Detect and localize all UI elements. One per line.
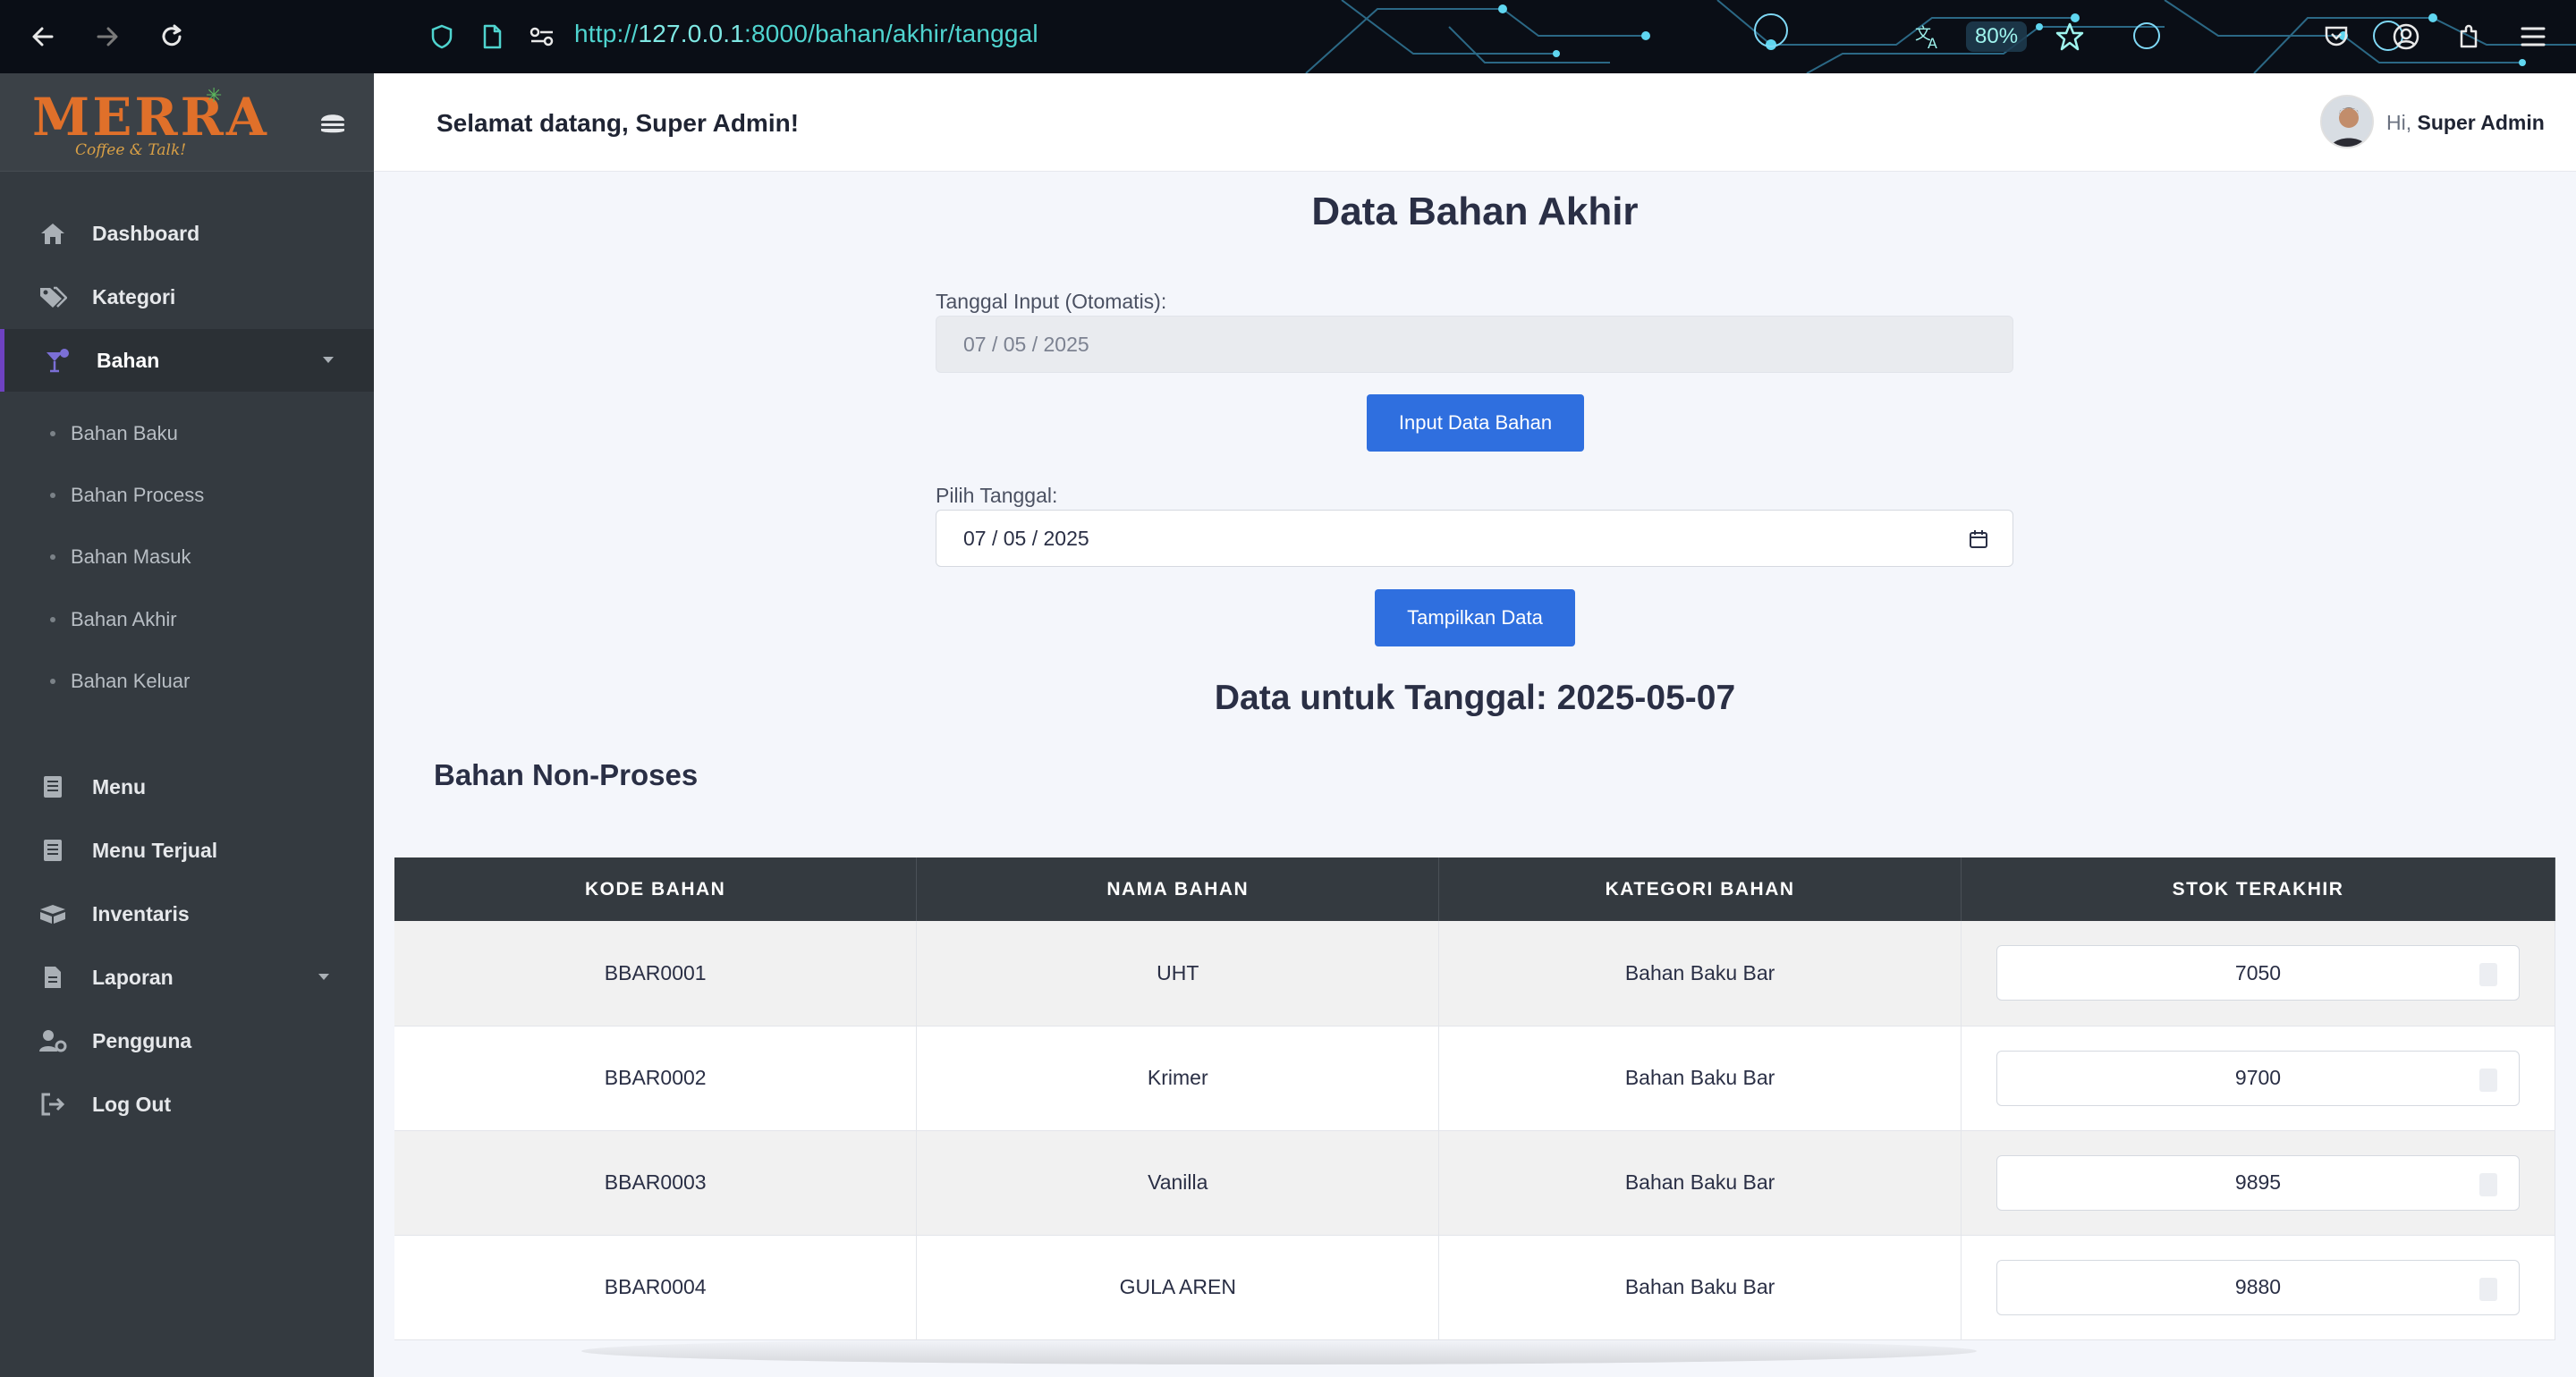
column-header-kategori[interactable]: KATEGORI BAHAN: [1438, 857, 1962, 921]
zoom-level-badge[interactable]: 80%: [1966, 21, 2028, 52]
list-icon: [38, 835, 68, 866]
cell-kode: BBAR0004: [394, 1235, 918, 1340]
stepper-icon[interactable]: [2479, 1172, 2497, 1196]
section-title: Bahan Non-Proses: [434, 758, 699, 791]
data-date-heading: Data untuk Tanggal: 2025-05-07: [1214, 679, 1736, 717]
account-icon[interactable]: [2388, 19, 2424, 55]
cell-kategori: Bahan Baku Bar: [1438, 1235, 1962, 1340]
sidebar-item-menu[interactable]: Menu: [0, 756, 374, 818]
cell-stok: 9700: [1961, 1026, 2555, 1131]
sidebar-item-bahan[interactable]: Bahan: [0, 329, 374, 392]
sidebar-subitem-bahan-process[interactable]: Bahan Process: [0, 468, 374, 523]
input-data-bahan-button[interactable]: Input Data Bahan: [1367, 394, 1584, 452]
scroll-shadow: [581, 1338, 1977, 1364]
shield-icon[interactable]: [424, 19, 460, 55]
sidebar-subitem-bahan-masuk[interactable]: Bahan Masuk: [0, 529, 374, 585]
chevron-down-icon: [318, 974, 329, 980]
list-icon: [38, 772, 68, 802]
user-gear-icon: [38, 1026, 68, 1056]
logo-star-icon: ✳: [206, 84, 223, 106]
column-header-nama[interactable]: NAMA BAHAN: [916, 857, 1440, 921]
table-row: BBAR0001 UHT Bahan Baku Bar 7050: [394, 921, 2555, 1026]
sidebar-item-logout[interactable]: Log Out: [0, 1073, 374, 1136]
stock-number-input[interactable]: 7050: [1996, 945, 2520, 1001]
stepper-icon[interactable]: [2479, 1068, 2497, 1092]
stepper-icon[interactable]: [2479, 1277, 2497, 1301]
star-icon[interactable]: [2052, 19, 2088, 55]
page-title: Data Bahan Akhir: [1311, 190, 1639, 233]
forward-arrow-icon[interactable]: [89, 19, 125, 55]
table-row: BBAR0004 GULA AREN Bahan Baku Bar 9880: [394, 1235, 2555, 1340]
boxes-icon: [38, 899, 68, 929]
tags-icon: [38, 282, 68, 312]
cell-kode: BBAR0002: [394, 1026, 918, 1131]
sidebar-item-kategori[interactable]: Kategori: [0, 266, 374, 328]
cell-kategori: Bahan Baku Bar: [1438, 921, 1962, 1026]
cell-kategori: Bahan Baku Bar: [1438, 1130, 1962, 1236]
sidebar-subitem-bahan-akhir[interactable]: Bahan Akhir: [0, 592, 374, 647]
auto-date-field: 07 / 05 / 2025: [936, 316, 2013, 373]
user-greeting[interactable]: Hi, Super Admin: [2386, 111, 2545, 135]
browser-toolbar: http://127.0.0.1:8000/bahan/akhir/tangga…: [0, 0, 2576, 73]
column-header-kode[interactable]: KODE BAHAN: [394, 857, 918, 921]
svg-text:A: A: [1928, 35, 1937, 52]
tampilkan-data-button[interactable]: Tampilkan Data: [1375, 589, 1575, 646]
top-header: Selamat datang, Super Admin! Hi, Super A…: [374, 73, 2576, 172]
sidebar-item-inventaris[interactable]: Inventaris: [0, 883, 374, 945]
chevron-down-icon: [323, 357, 334, 363]
sidebar: MERRA Coffee & Talk! ✳ Dashboard Kategor…: [0, 73, 374, 1377]
cell-stok: 9880: [1961, 1235, 2555, 1340]
back-arrow-icon[interactable]: [25, 19, 61, 55]
table-row: BBAR0002 Krimer Bahan Baku Bar 9700: [394, 1026, 2555, 1131]
cell-kode: BBAR0001: [394, 921, 918, 1026]
main-content: Data Bahan Akhir Tanggal Input (Otomatis…: [374, 172, 2576, 1377]
stock-number-input[interactable]: 9895: [1996, 1154, 2520, 1211]
calendar-icon[interactable]: [1968, 528, 1989, 550]
sidebar-item-pengguna[interactable]: Pengguna: [0, 1010, 374, 1072]
input-date-label: Tanggal Input (Otomatis):: [936, 290, 1167, 313]
page-icon[interactable]: [474, 19, 510, 55]
extensions-icon[interactable]: [2451, 19, 2487, 55]
cell-nama: Krimer: [916, 1026, 1440, 1131]
pick-date-field[interactable]: 07 / 05 / 2025: [936, 510, 2013, 567]
sidebar-subitem-bahan-keluar[interactable]: Bahan Keluar: [0, 654, 374, 709]
cocktail-icon: [42, 345, 72, 376]
pocket-icon[interactable]: [2318, 19, 2354, 55]
cell-kode: BBAR0003: [394, 1130, 918, 1236]
bahan-table: KODE BAHAN NAMA BAHAN KATEGORI BAHAN STO…: [394, 857, 2555, 1340]
sidebar-subitem-bahan-baku[interactable]: Bahan Baku: [0, 406, 374, 461]
site-settings-icon[interactable]: [524, 19, 560, 55]
reload-icon[interactable]: [154, 19, 190, 55]
stock-number-input[interactable]: 9880: [1996, 1259, 2520, 1315]
cell-nama: UHT: [916, 921, 1440, 1026]
cell-stok: 9895: [1961, 1130, 2555, 1236]
sidebar-item-dashboard[interactable]: Dashboard: [0, 202, 374, 265]
table-header-row: KODE BAHAN NAMA BAHAN KATEGORI BAHAN STO…: [394, 857, 2555, 921]
sidebar-item-menu-terjual[interactable]: Menu Terjual: [0, 819, 374, 882]
welcome-message: Selamat datang, Super Admin!: [436, 109, 800, 137]
sidebar-item-laporan[interactable]: Laporan: [0, 946, 374, 1009]
column-header-stok[interactable]: STOK TERAKHIR: [1961, 857, 2555, 921]
brand-area: MERRA Coffee & Talk! ✳: [0, 73, 374, 172]
avatar[interactable]: [2320, 95, 2374, 148]
hamburger-menu-icon[interactable]: [2515, 19, 2551, 55]
brand-logo[interactable]: MERRA Coffee & Talk! ✳: [32, 84, 269, 159]
stock-number-input[interactable]: 9700: [1996, 1050, 2520, 1106]
pick-date-label: Pilih Tanggal:: [936, 484, 1058, 507]
logout-icon: [38, 1089, 68, 1119]
sidebar-toggle-icon[interactable]: [318, 109, 347, 136]
url-bar[interactable]: http://127.0.0.1:8000/bahan/akhir/tangga…: [574, 20, 1038, 48]
cell-nama: GULA AREN: [916, 1235, 1440, 1340]
cell-nama: Vanilla: [916, 1130, 1440, 1236]
translate-icon[interactable]: 文A: [1911, 19, 1946, 55]
stepper-icon[interactable]: [2479, 963, 2497, 987]
file-icon: [38, 962, 68, 993]
home-icon: [38, 218, 68, 249]
cell-kategori: Bahan Baku Bar: [1438, 1026, 1962, 1131]
cell-stok: 7050: [1961, 921, 2555, 1026]
table-row: BBAR0003 Vanilla Bahan Baku Bar 9895: [394, 1130, 2555, 1236]
